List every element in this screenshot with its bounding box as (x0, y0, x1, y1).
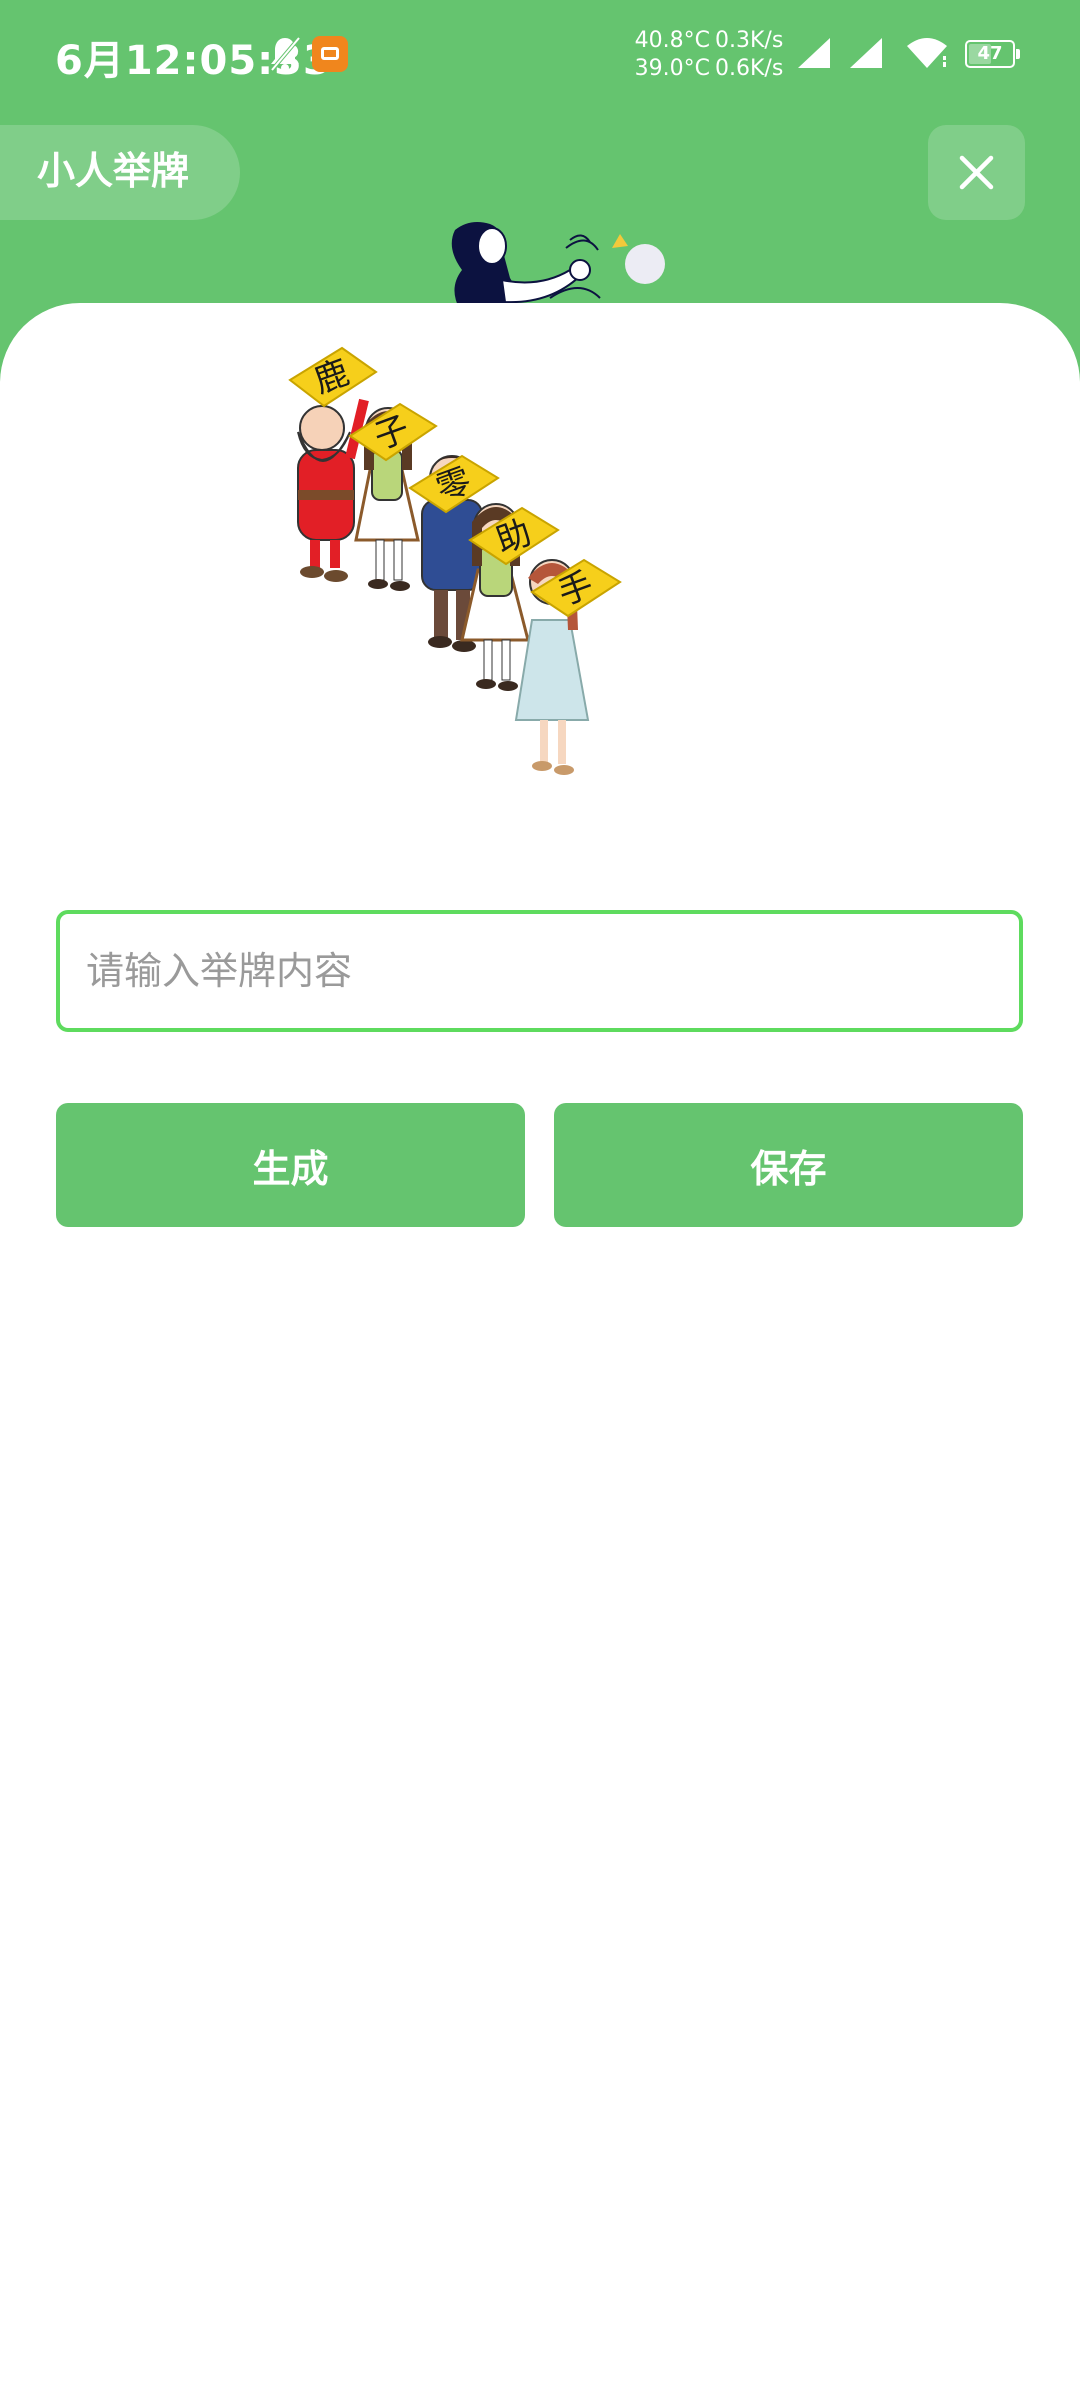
upload-speed: 0.3K/s (715, 28, 784, 53)
signal-2-icon (850, 38, 882, 68)
temperature-1: 40.8°C (634, 28, 710, 53)
santa-figure (297, 398, 369, 582)
signal-1-icon (798, 38, 830, 68)
sign-3: 零 (408, 454, 500, 514)
wifi-icon (907, 38, 947, 68)
sign-1: 鹿 (288, 346, 378, 408)
generate-button[interactable]: 生成 (56, 1103, 525, 1227)
temperature-readout: 40.8°C 39.0°C (632, 27, 710, 83)
notification-muted-icon (270, 36, 301, 72)
download-speed: 0.6K/s (715, 56, 784, 81)
battery-level: 47 (977, 43, 1003, 64)
close-icon (959, 155, 994, 190)
temperature-2: 39.0°C (634, 56, 710, 81)
app-notification-icon (312, 36, 348, 72)
close-button[interactable] (928, 125, 1025, 220)
sign-holders-illustration: 鹿 子 零 助 手 (288, 346, 622, 775)
status-bar: 6月12:05:33 40.8°C 39.0°C 0.3K/s 0.6K/s 4… (0, 0, 1080, 110)
page-title: 小人举牌 (37, 149, 190, 193)
network-speed-readout: 0.3K/s 0.6K/s (715, 27, 784, 83)
save-button[interactable]: 保存 (554, 1103, 1023, 1227)
battery-icon: 47 (965, 40, 1020, 68)
sign-content-input[interactable] (56, 910, 1023, 1032)
mascot-illustration (451, 222, 665, 310)
